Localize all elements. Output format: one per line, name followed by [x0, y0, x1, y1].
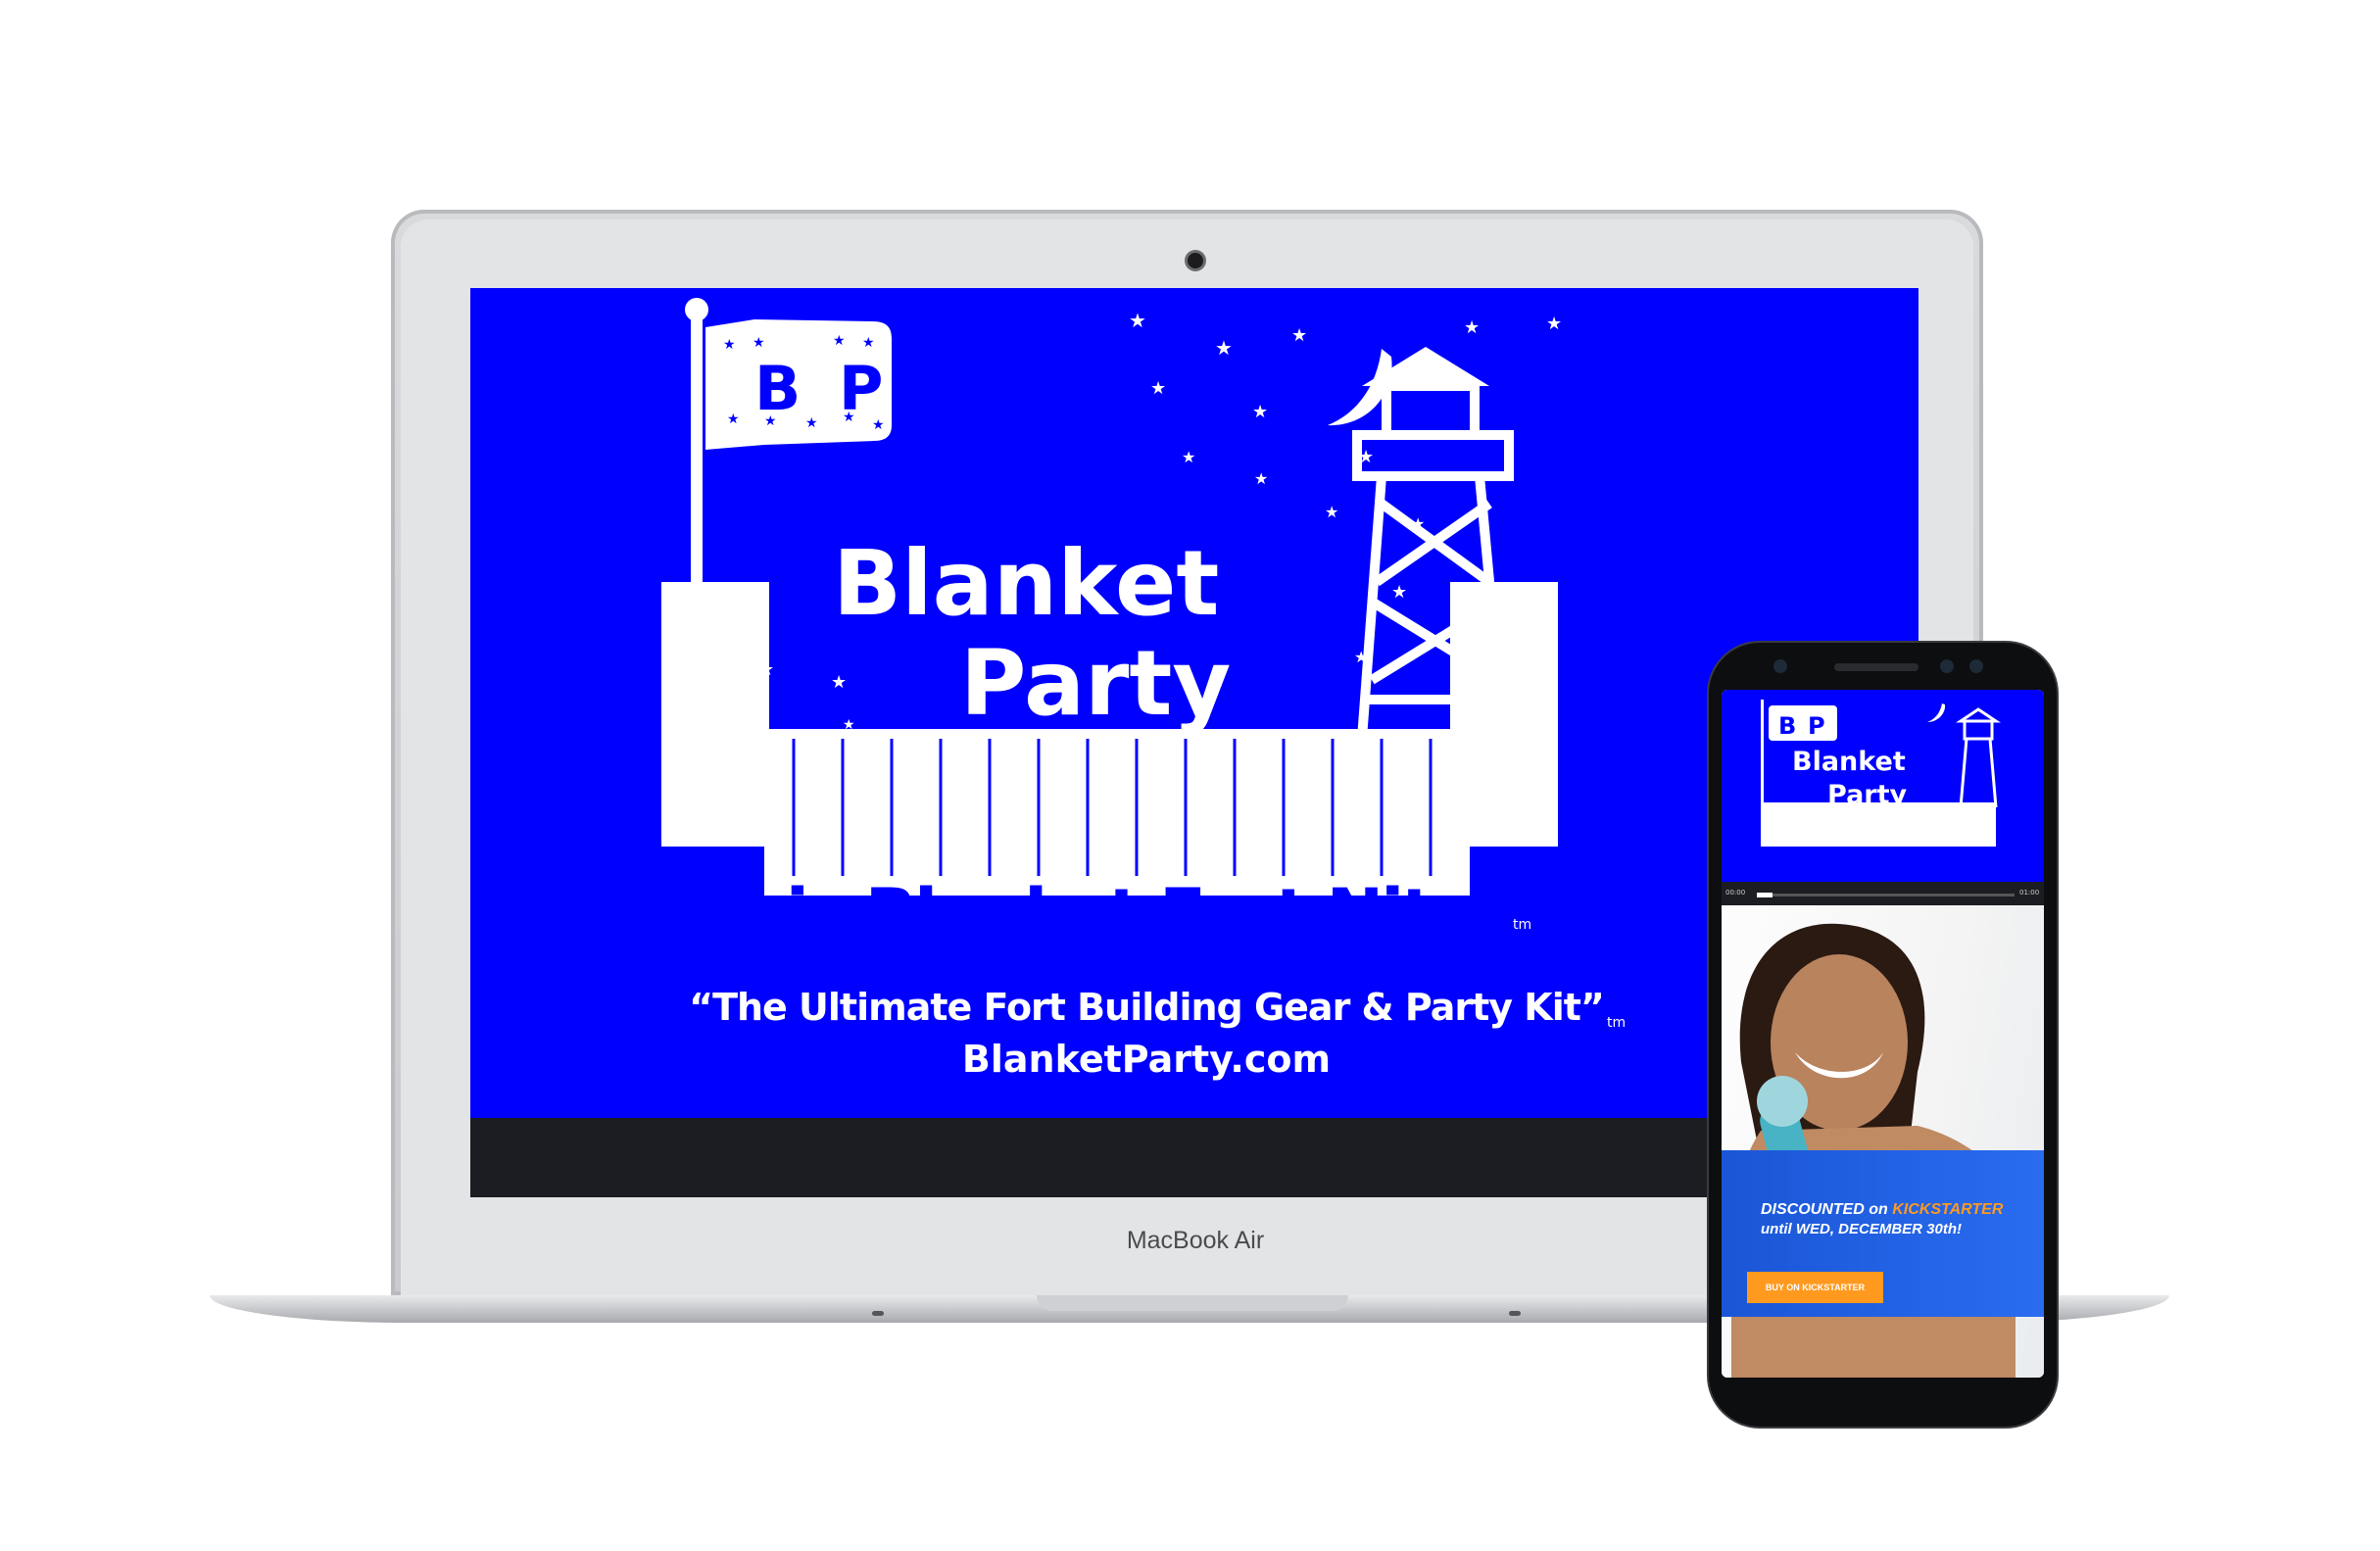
- promo-prefix: DISCOUNTED on: [1761, 1201, 1893, 1218]
- promo-deadline: until WED, DECEMBER 30th!: [1761, 1221, 1962, 1237]
- video-progress-track[interactable]: [1757, 894, 2015, 897]
- laptop-hinge-notch: [1037, 1295, 1348, 1311]
- phone-hero-video[interactable]: B P Blanket Party Epic Blanket Fort Nite: [1722, 690, 2044, 882]
- event-name: Epic Blanket Fort Nite: [696, 874, 1478, 954]
- phone-event-name: Epic Blanket Fort Nite: [1757, 845, 1966, 866]
- webcam-icon: [1188, 253, 1203, 268]
- phone-flag-letter-p: P: [1808, 712, 1825, 740]
- promo-headline: DISCOUNTED on KICKSTARTER: [1761, 1201, 2003, 1219]
- svg-text:★: ★: [833, 333, 846, 349]
- flag-letter-b: B: [754, 353, 801, 424]
- title-trademark: tm: [1313, 772, 1333, 788]
- svg-text:★: ★: [1464, 317, 1480, 338]
- laptop-foot: [1509, 1311, 1521, 1316]
- flag-letter-p: P: [839, 353, 883, 424]
- tagline-trademark: tm: [1607, 1015, 1627, 1031]
- video-progress-handle[interactable]: [1757, 893, 1773, 897]
- svg-text:★: ★: [862, 335, 875, 351]
- svg-text:★: ★: [831, 672, 847, 693]
- laptop-foot: [872, 1311, 884, 1316]
- svg-text:★: ★: [1182, 448, 1195, 466]
- svg-text:★: ★: [1252, 402, 1268, 422]
- hero-video-frame[interactable]: ★ ★ ★ ★ ★ ★ ★ ★ ★ ★ ★ ★ ★ ★ ★ ★ ★ ★ ★ ★: [470, 288, 1919, 1118]
- svg-text:★: ★: [1215, 336, 1233, 360]
- svg-text:★: ★: [1291, 325, 1307, 346]
- iris-sensor-icon: [1940, 659, 1954, 673]
- event-trademark: tm: [1513, 917, 1532, 933]
- svg-text:★: ★: [805, 415, 818, 431]
- svg-text:★: ★: [723, 337, 736, 353]
- svg-text:★: ★: [1129, 309, 1146, 332]
- svg-text:★: ★: [1150, 378, 1166, 399]
- front-camera-icon: [1773, 659, 1787, 673]
- video-time-total: 01:00: [2019, 889, 2040, 897]
- svg-text:★: ★: [1254, 469, 1268, 488]
- phone-screen: B P Blanket Party Epic Blanket Fort Nite…: [1722, 690, 2044, 1378]
- laptop-screen: ★ ★ ★ ★ ★ ★ ★ ★ ★ ★ ★ ★ ★ ★ ★ ★ ★ ★ ★ ★: [470, 288, 1919, 1197]
- video-time-elapsed: 00:00: [1725, 889, 1746, 897]
- svg-text:★: ★: [727, 412, 740, 427]
- site-title-line2: Party: [960, 631, 1232, 736]
- svg-text:★: ★: [1325, 503, 1338, 521]
- phone-speaker: [1834, 663, 1919, 671]
- site-tagline: “The Ultimate Fort Building Gear & Party…: [689, 986, 1605, 1029]
- site-domain: BlanketParty.com: [961, 1038, 1332, 1081]
- svg-text:★: ★: [1546, 314, 1562, 334]
- phone-title-line2: Party: [1827, 780, 1908, 810]
- svg-text:★: ★: [1391, 582, 1407, 603]
- site-title-line1: Blanket: [833, 531, 1220, 636]
- laptop-brand-label: MacBook Air: [1126, 1227, 1265, 1254]
- svg-text:★: ★: [753, 335, 765, 351]
- video-control-bar[interactable]: [470, 1118, 1919, 1197]
- iris-sensor-icon: [1969, 659, 1983, 673]
- phone-title-line1: Blanket: [1792, 747, 1906, 777]
- phone-flag-letter-b: B: [1778, 712, 1796, 740]
- promo-platform: KICKSTARTER: [1892, 1201, 2004, 1218]
- buy-on-kickstarter-button[interactable]: BUY ON KICKSTARTER: [1747, 1272, 1883, 1303]
